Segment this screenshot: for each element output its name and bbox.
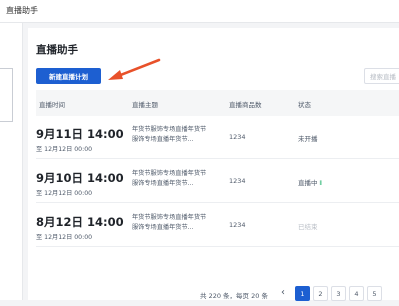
watermark: 知乎 @杜若: [308, 264, 395, 282]
page-button-4[interactable]: 4: [349, 286, 364, 301]
table-row[interactable]: 8月12日 14:00 至 12月12日 00:00 年货节服饰专场直播年货节服…: [36, 208, 399, 247]
row-until: 至 12月12日 00:00: [36, 234, 93, 241]
pagination-summary: 共 220 条，每页 20 条: [200, 292, 268, 300]
row-until: 至 12月12日 00:00: [36, 190, 93, 197]
page-button-2[interactable]: 2: [313, 286, 328, 301]
row-topic: 年货节服饰专场直播年货节服饰专场直播年货节...: [132, 126, 207, 143]
new-plan-button[interactable]: 新建直播计划: [36, 68, 101, 84]
left-tab-handle[interactable]: [0, 68, 13, 122]
page-button-5[interactable]: 5: [367, 286, 382, 301]
app-title: 直播助手: [6, 6, 38, 15]
main-content: 直播助手 新建直播计划 搜索直播 直播时间 直播主题 直播商品数 状态 9月11…: [28, 28, 399, 301]
page-title: 直播助手: [36, 44, 78, 56]
row-status: 直播中: [298, 179, 318, 187]
pagination: 共 220 条，每页 20 条 ‹ 1 2 3 4 5: [28, 286, 399, 306]
row-datetime: 9月11日 14:00: [36, 127, 124, 141]
left-panel: [0, 23, 23, 300]
live-indicator-icon: ⦀: [319, 180, 323, 187]
annotation-arrow-icon: [108, 58, 161, 80]
row-topic: 年货节服饰专场直播年货节服饰专场直播年货节...: [132, 170, 207, 187]
prev-page-icon[interactable]: ‹: [281, 287, 285, 298]
page-button-3[interactable]: 3: [331, 286, 346, 301]
row-status: 未开播: [298, 135, 318, 143]
table-row[interactable]: 9月11日 14:00 至 12月12日 00:00 年货节服饰专场直播年货节服…: [36, 120, 399, 159]
row-count: 1234: [229, 221, 246, 229]
row-count: 1234: [229, 177, 246, 185]
row-datetime: 8月12日 14:00: [36, 215, 124, 229]
table-row[interactable]: 9月10日 14:00 至 12月12日 00:00 年货节服饰专场直播年货节服…: [36, 164, 399, 203]
row-status-wrap: 直播中 ⦀: [298, 177, 322, 188]
column-header-count: 直播商品数: [229, 101, 262, 109]
column-header-status: 状态: [298, 101, 311, 109]
column-header-time: 直播时间: [39, 101, 65, 109]
page-button-1[interactable]: 1: [295, 286, 310, 301]
row-topic: 年货节服饰专场直播年货节服饰专场直播年货节...: [132, 214, 207, 231]
column-header-topic: 直播主题: [132, 101, 158, 109]
top-bar: 直播助手: [0, 0, 399, 23]
table-header: 直播时间 直播主题 直播商品数 状态: [36, 90, 399, 116]
row-until: 至 12月12日 00:00: [36, 146, 93, 153]
row-count: 1234: [229, 133, 246, 141]
row-status: 已结束: [298, 223, 318, 231]
search-input[interactable]: 搜索直播: [364, 68, 399, 84]
row-datetime: 9月10日 14:00: [36, 171, 124, 185]
